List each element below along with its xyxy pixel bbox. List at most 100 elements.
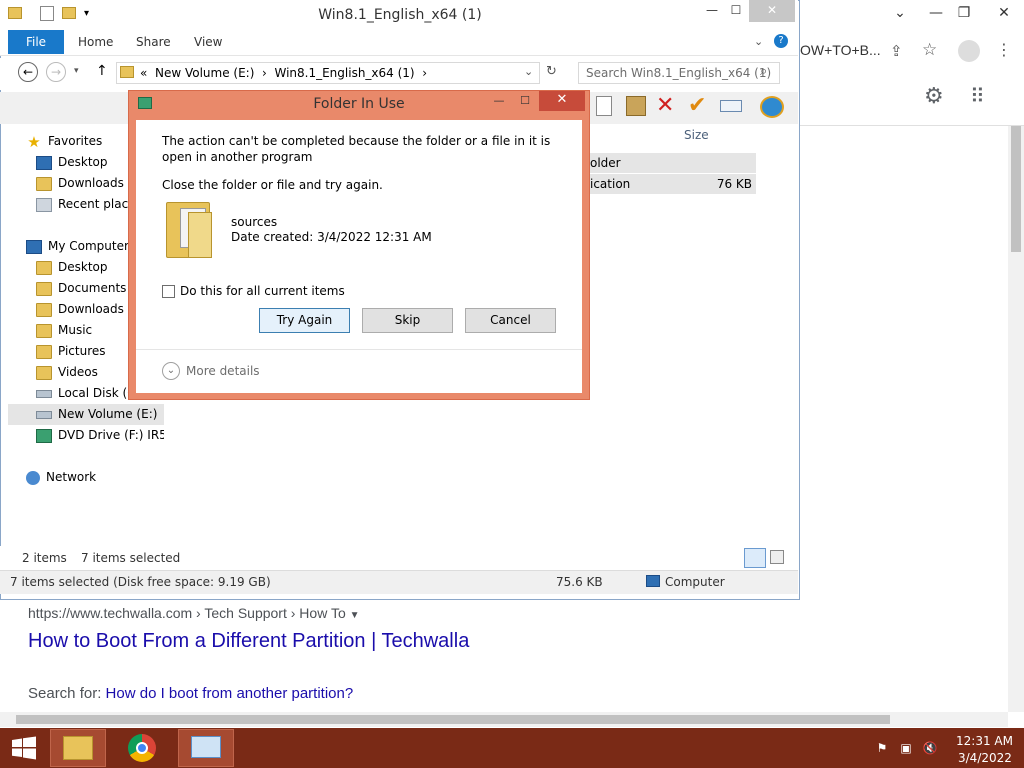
back-arrow-icon[interactable]: ← (18, 62, 38, 82)
star-icon: ★ (27, 132, 41, 151)
nav-network[interactable]: Network (26, 467, 182, 488)
dialog-message: The action can't be completed because th… (162, 134, 551, 164)
explorer-title: Win8.1_English_x64 (1) (318, 7, 482, 23)
explorer-close-button[interactable]: ✕ (749, 0, 795, 22)
status-item-count: 2 items (22, 551, 67, 565)
delete-icon[interactable]: ✕ (656, 93, 674, 118)
network-tray-icon[interactable]: ▣ (898, 740, 914, 756)
profile-avatar[interactable] (958, 40, 980, 62)
address-segment[interactable]: Win8.1_English_x64 (1) (274, 66, 414, 80)
chrome-collapse-icon[interactable]: ⌄ (880, 0, 920, 28)
refresh-icon[interactable]: ↻ (546, 64, 557, 79)
nav-new-volume[interactable]: New Volume (E:) (8, 404, 164, 425)
dialog-divider (136, 349, 582, 350)
address-dropdown-icon[interactable]: ⌄ (524, 65, 533, 78)
desktop-icon (36, 155, 52, 170)
search-for-line: Search for: How do I boot from another p… (28, 685, 354, 702)
tab-share[interactable]: Share (124, 30, 183, 54)
chrome-menu-icon[interactable]: ⋮ (996, 40, 1012, 59)
dvd-drive-icon (36, 428, 52, 443)
clock-date[interactable]: 3/4/2022 (958, 751, 1012, 765)
details-view-icon[interactable] (744, 548, 766, 568)
share-icon[interactable]: ⇪ (890, 42, 903, 60)
chevron-down-icon[interactable]: ⌄ (162, 362, 180, 380)
windows-start-button[interactable] (10, 736, 38, 760)
apply-to-all-checkbox[interactable] (162, 285, 175, 298)
downloads-folder-icon (36, 176, 52, 191)
column-header-size[interactable]: Size (684, 128, 709, 142)
computer-icon (26, 239, 42, 254)
clock-time[interactable]: 12:31 AM (956, 734, 1013, 748)
folder-icon (36, 302, 52, 317)
explorer-minimize-button[interactable]: — (700, 0, 724, 22)
apply-to-all-label[interactable]: Do this for all current items (180, 284, 345, 298)
vertical-scrollbar-thumb[interactable] (1011, 126, 1021, 252)
nav-dvd-drive[interactable]: DVD Drive (F:) IR5_C (36, 425, 164, 446)
cancel-button[interactable]: Cancel (465, 308, 556, 333)
folder-large-icon (166, 196, 214, 260)
network-icon (26, 470, 40, 485)
folder-icon (36, 323, 52, 338)
recent-places-icon (36, 197, 52, 212)
file-row[interactable]: ication 76 KB (584, 174, 756, 194)
copy-icon[interactable] (596, 96, 612, 116)
explorer-maximize-button[interactable]: ☐ (724, 0, 748, 22)
status-size: 75.6 KB (556, 575, 603, 589)
dialog-maximize-button[interactable]: ☐ (515, 94, 535, 108)
search-icon[interactable]: ⌕ (760, 64, 767, 79)
address-segment[interactable]: New Volume (E:) (155, 66, 254, 80)
globe-icon[interactable] (760, 96, 784, 118)
up-arrow-icon[interactable]: ↑ (96, 63, 108, 79)
forward-arrow-icon[interactable]: → (46, 62, 66, 82)
checkmark-icon[interactable]: ✔ (688, 93, 706, 118)
result-title-link[interactable]: How to Boot From a Different Partition |… (28, 630, 469, 653)
settings-gear-icon[interactable]: ⚙ (924, 84, 944, 109)
chrome-restore-button[interactable]: ❐ (944, 0, 984, 28)
volume-muted-icon[interactable]: 🔇 (922, 740, 938, 756)
status-location: Computer (665, 575, 725, 589)
taskbar-chrome[interactable] (114, 729, 170, 767)
status-selected-count: 7 items selected (81, 551, 181, 565)
quick-access-dropdown-icon[interactable]: ▾ (84, 8, 89, 19)
large-icons-view-icon[interactable] (770, 550, 784, 564)
drive-icon (36, 389, 52, 398)
rename-icon[interactable] (720, 100, 742, 112)
chrome-close-button[interactable]: ✕ (984, 0, 1024, 28)
search-for-link[interactable]: How do I boot from another partition? (106, 685, 354, 702)
result-url[interactable]: https://www.techwalla.com › Tech Support… (28, 605, 360, 621)
dialog-close-button[interactable]: ✕ (539, 91, 585, 111)
drive-icon (36, 410, 52, 419)
help-icon[interactable]: ? (774, 34, 788, 48)
more-details-toggle[interactable]: More details (186, 364, 260, 378)
bookmark-star-icon[interactable]: ☆ (922, 40, 937, 60)
chrome-omnibox-text[interactable]: OW+TO+B... (800, 42, 881, 58)
google-toolbar (800, 84, 1024, 126)
try-again-button[interactable]: Try Again (259, 308, 350, 333)
item-date-created: Date created: 3/4/2022 12:31 AM (231, 230, 432, 244)
taskbar-file-explorer[interactable] (50, 729, 106, 767)
caret-down-icon[interactable]: ▼ (350, 610, 360, 621)
computer-icon (646, 575, 660, 587)
taskbar-remote-desktop[interactable] (178, 729, 234, 767)
folder-icon (36, 260, 52, 275)
folder-icon (36, 344, 52, 359)
recent-locations-icon[interactable]: ▾ (74, 66, 79, 76)
new-folder-icon[interactable] (62, 7, 76, 19)
properties-icon[interactable] (40, 6, 54, 21)
tab-home[interactable]: Home (66, 30, 125, 54)
skip-button[interactable]: Skip (362, 308, 453, 333)
file-row[interactable]: older (584, 153, 756, 173)
paste-icon[interactable] (626, 96, 646, 116)
file-explorer-icon (63, 736, 93, 760)
folder-icon (36, 281, 52, 296)
horizontal-scrollbar-thumb[interactable] (16, 715, 890, 724)
tab-view[interactable]: View (182, 30, 234, 54)
action-center-flag-icon[interactable]: ⚑ (874, 740, 890, 756)
ribbon-expand-icon[interactable]: ⌄ (754, 35, 763, 48)
dialog-instruction: Close the folder or file and try again. (162, 178, 383, 192)
dialog-minimize-button[interactable]: — (489, 94, 509, 108)
search-placeholder[interactable]: Search Win8.1_English_x64 (1) (586, 66, 771, 80)
tab-file[interactable]: File (8, 30, 64, 54)
address-path[interactable]: « New Volume (E:) › Win8.1_English_x64 (… (140, 66, 427, 80)
apps-grid-icon[interactable]: ⠿ (970, 84, 985, 108)
